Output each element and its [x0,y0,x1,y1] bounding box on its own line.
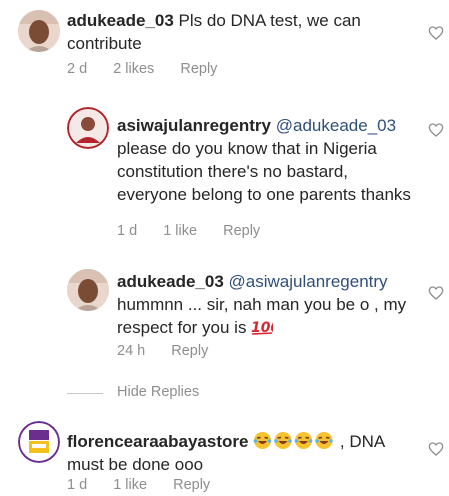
comment-meta: 24 h Reply [117,343,230,359]
mention-link[interactable]: @adukeade_03 [276,116,396,135]
user-avatar-image [67,269,109,311]
comment-age: 24 h [117,343,146,359]
comment-body: please do you know that in Nigeria const… [117,139,411,204]
comment-username[interactable]: asiwajulanregentry [117,116,271,135]
avatar[interactable] [67,269,109,311]
mention-link[interactable]: @asiwajulanregentry [229,272,388,291]
comment-text: asiwajulanregentry @adukeade_03 please d… [117,114,417,206]
face-with-tears-of-joy-emoji [253,432,333,449]
comment-text: adukeade_03 Pls do DNA test, we can cont… [67,9,397,55]
avatar[interactable] [67,107,109,149]
like-count-link[interactable]: 2 likes [113,61,154,77]
like-count-link[interactable]: 1 like [113,477,147,493]
comment-meta: 2 d 2 likes Reply [67,61,239,77]
heart-outline-icon[interactable] [428,122,444,138]
comment-age: 1 d [117,223,138,239]
hundred-points-emoji: 100 [251,318,280,342]
reply-button[interactable]: Reply [180,61,217,77]
like-count-link[interactable]: 1 like [163,223,197,239]
user-avatar-image [67,107,109,149]
user-avatar-image [18,10,60,52]
reply-button[interactable]: Reply [173,477,210,493]
reply-button[interactable]: Reply [223,223,260,239]
replies-divider [67,393,103,394]
comment-age: 2 d [67,61,88,77]
comment-text: florencearaabayastore , DNA must be done… [67,430,407,476]
heart-outline-icon[interactable] [428,285,444,301]
comment-username[interactable]: adukeade_03 [67,11,174,30]
comment-meta: 1 d 1 like Reply [67,477,232,493]
comment-age: 1 d [67,477,88,493]
laughing-emoji-group [253,432,340,451]
comment-meta: 1 d 1 like Reply [117,223,282,239]
comment-username[interactable]: florencearaabayastore [67,432,248,451]
reply-button[interactable]: Reply [171,343,208,359]
comment-text: adukeade_03 @asiwajulanregentry hummnn .… [117,270,422,342]
heart-outline-icon[interactable] [428,25,444,41]
avatar[interactable] [18,421,60,463]
comment-username[interactable]: adukeade_03 [117,272,224,291]
hide-replies-button[interactable]: Hide Replies [117,384,199,400]
store-avatar-image [18,421,60,463]
avatar[interactable] [18,10,60,52]
heart-outline-icon[interactable] [428,441,444,457]
